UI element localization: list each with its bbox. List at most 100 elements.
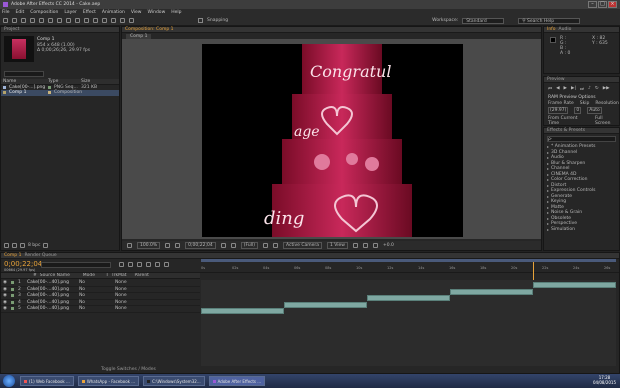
menu-file[interactable]: File (2, 10, 10, 15)
task-browser[interactable]: (1) Web Facebook ... (20, 376, 74, 386)
pen-tool-icon[interactable] (75, 18, 80, 23)
layer-mode-select[interactable]: No (79, 306, 93, 311)
work-area-bar[interactable] (201, 259, 616, 262)
layer-mode-select[interactable]: No (79, 293, 93, 298)
timeline-tab[interactable]: Comp 1 (4, 253, 21, 258)
task-after-effects[interactable]: Adobe After Effects ... (208, 376, 266, 386)
rectangle-tool-icon[interactable] (66, 18, 71, 23)
layer-duration-bar[interactable] (201, 308, 284, 314)
label-swatch[interactable] (10, 307, 14, 311)
layer-name[interactable]: Cake[00-...40].png (27, 293, 75, 298)
column-parent[interactable]: Parent (135, 273, 149, 278)
pixel-aspect-icon[interactable] (352, 243, 358, 248)
layer-parent-select[interactable]: None (115, 306, 127, 311)
column-size[interactable]: Size (81, 79, 90, 84)
exposure-value[interactable]: +0.0 (383, 243, 394, 248)
timeline-timecode[interactable]: 0;00;22;04 (4, 260, 42, 268)
transparency-grid-icon[interactable] (272, 243, 278, 248)
draft-3d-icon[interactable] (128, 262, 133, 267)
search-help-input[interactable]: ⚲ Search Help (518, 17, 581, 24)
menu-animation[interactable]: Animation (102, 10, 125, 15)
layer-row[interactable]: ◉ 5 Cake[00-...40].png No None (1, 306, 200, 313)
label-swatch[interactable] (10, 294, 14, 298)
pan-behind-tool-icon[interactable] (57, 18, 62, 23)
layer-name[interactable]: Cake[00-...40].png (27, 300, 75, 305)
bit-depth-label[interactable]: 8 bpc (28, 243, 40, 248)
camera-tool-icon[interactable] (48, 18, 53, 23)
loop-icon[interactable]: ↻ (595, 86, 599, 92)
expand-arrow-icon[interactable]: ▸ (547, 221, 549, 226)
zoom-tool-icon[interactable] (30, 18, 35, 23)
timeline-icon[interactable] (372, 243, 378, 248)
layer-parent-select[interactable]: None (115, 280, 127, 285)
task-whatsapp[interactable]: WhatsApp - Facebook ... (77, 376, 140, 386)
layer-duration-bar[interactable] (284, 301, 367, 308)
column-source-name[interactable]: Source Name (40, 273, 80, 278)
menu-edit[interactable]: Edit (16, 10, 25, 15)
layer-duration-bar[interactable] (367, 295, 450, 301)
frame-rate-select[interactable]: (29.97) (548, 107, 569, 114)
expand-arrow-icon[interactable]: ▸ (547, 188, 549, 193)
mute-icon[interactable]: ♪ (588, 86, 591, 92)
interpret-footage-icon[interactable] (4, 243, 9, 248)
time-ruler[interactable]: 0s 02s 04s 06s 08s 10s 12s 14s 16s 18s 20s 22s 24s 26… (201, 259, 616, 359)
hide-shy-layers-icon[interactable] (137, 262, 142, 267)
effects-search-input[interactable]: ρ· (547, 136, 616, 142)
show-channel-icon[interactable] (230, 243, 236, 248)
view-layout-select[interactable]: 1 View (327, 242, 348, 249)
expand-arrow-icon[interactable]: ▸ (547, 166, 549, 171)
roto-tool-icon[interactable] (120, 18, 125, 23)
visibility-eye-icon[interactable]: ◉ (3, 287, 7, 292)
new-folder-icon[interactable] (12, 243, 17, 248)
layer-parent-select[interactable]: None (115, 287, 127, 292)
visibility-eye-icon[interactable]: ◉ (3, 300, 7, 305)
type-tool-icon[interactable] (84, 18, 89, 23)
layer-mode-select[interactable]: No (79, 300, 93, 305)
last-frame-icon[interactable]: ⏭ (580, 86, 584, 92)
full-screen-checkbox[interactable]: Full Screen (595, 116, 619, 126)
menu-help[interactable]: Help (171, 10, 181, 15)
motion-blur-icon[interactable] (155, 262, 160, 267)
label-swatch[interactable] (10, 300, 14, 304)
viewer-area[interactable]: Congratul age ding (122, 39, 541, 239)
system-clock[interactable]: 17:28 04/08/2015 (593, 375, 616, 385)
label-swatch[interactable] (10, 287, 14, 291)
graph-editor-icon[interactable] (164, 262, 169, 267)
first-frame-icon[interactable]: ⏮ (548, 86, 552, 92)
menu-window[interactable]: Window (148, 10, 166, 15)
layer-bars-area[interactable] (201, 280, 616, 366)
column-mode[interactable]: Mode (83, 273, 103, 278)
layer-parent-select[interactable]: None (115, 300, 127, 305)
expand-arrow-icon[interactable]: ▸ (547, 161, 549, 166)
home-tool-icon[interactable] (3, 18, 8, 23)
task-cmd[interactable]: C:\Windows\System32... (143, 376, 205, 386)
frame-blending-icon[interactable] (146, 262, 151, 267)
minimize-icon[interactable]: – (588, 1, 597, 8)
expand-arrow-icon[interactable]: ▸ (547, 210, 549, 215)
expand-arrow-icon[interactable]: ▸ (547, 216, 549, 221)
hand-tool-icon[interactable] (21, 18, 26, 23)
expand-arrow-icon[interactable]: ▸ (547, 227, 549, 232)
expand-arrow-icon[interactable]: ▸ (547, 177, 549, 182)
menu-effect[interactable]: Effect (83, 10, 96, 15)
next-frame-icon[interactable]: ▶| (571, 86, 576, 92)
expand-arrow-icon[interactable]: ▸ (547, 144, 549, 149)
comp-canvas[interactable]: Congratul age ding (202, 44, 463, 237)
layer-name[interactable]: Cake[00-...40].png (27, 287, 75, 292)
puppet-tool-icon[interactable] (129, 18, 134, 23)
resolution-select[interactable]: Auto (587, 107, 602, 114)
layer-name[interactable]: Cake[00-...40].png (27, 280, 75, 285)
expand-arrow-icon[interactable]: ▸ (547, 183, 549, 188)
menu-layer[interactable]: Layer (64, 10, 77, 15)
workspace-select[interactable]: Standard (462, 17, 505, 24)
layer-name[interactable]: Cake[00-...40].png (27, 306, 75, 311)
expand-arrow-icon[interactable]: ▸ (547, 172, 549, 177)
rotation-tool-icon[interactable] (39, 18, 44, 23)
viewer-timecode[interactable]: 0;00;22;04 (185, 242, 216, 249)
camera-select[interactable]: Active Camera (282, 242, 322, 249)
layer-duration-bar[interactable] (450, 288, 533, 295)
audio-tab[interactable]: Audio (559, 27, 572, 32)
mask-visibility-icon[interactable] (175, 243, 181, 248)
start-button-icon[interactable] (3, 375, 15, 387)
play-icon[interactable]: ▶ (564, 86, 567, 92)
